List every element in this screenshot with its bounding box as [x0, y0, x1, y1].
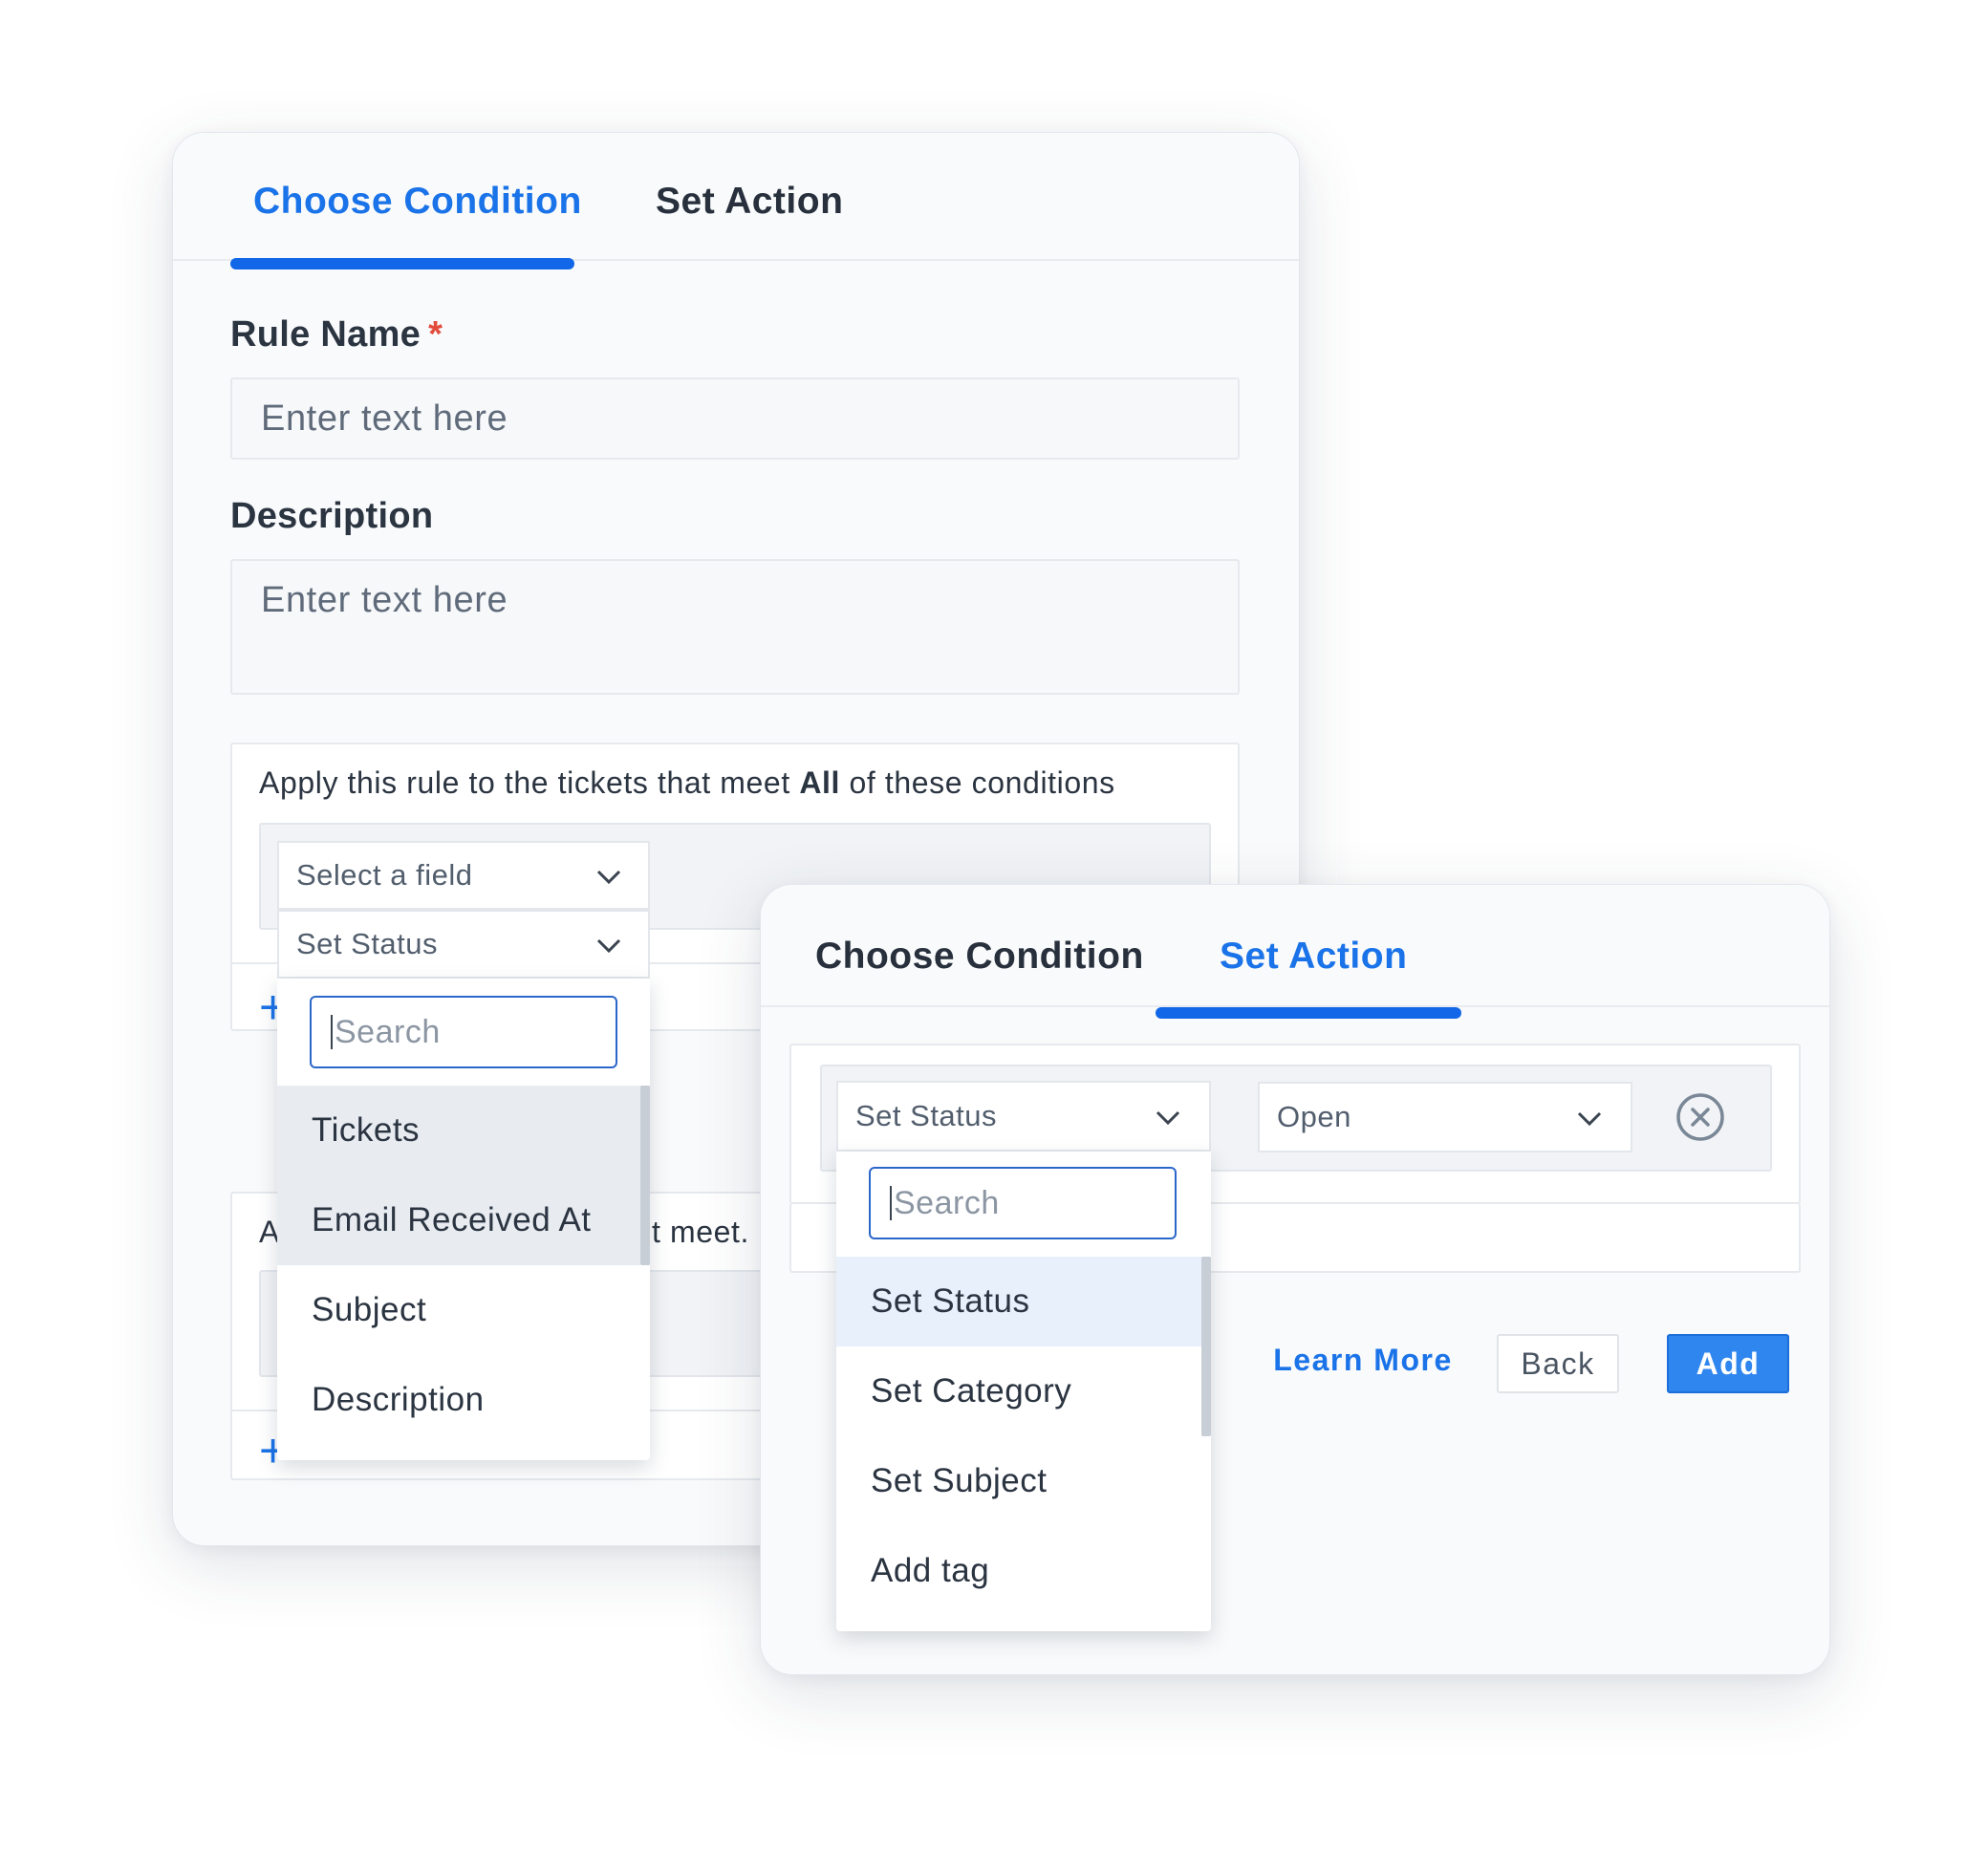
action-select-value: Set Status — [855, 1099, 998, 1132]
tab-set-action[interactable]: Set Action — [1220, 936, 1407, 978]
dropdown-search-placeholder: Search — [335, 1013, 441, 1050]
tab-choose-condition[interactable]: Choose Condition — [253, 181, 582, 223]
dropdown-search-placeholder: Search — [894, 1184, 1000, 1221]
field-select[interactable]: Select a field — [277, 841, 650, 910]
description-input[interactable] — [230, 559, 1240, 695]
conditions-text-before: Apply this rule to the tickets that meet — [259, 765, 800, 800]
rule-name-label-text: Rule Name — [230, 314, 421, 355]
required-marker: * — [428, 314, 443, 355]
dropdown-option-label: Set Category — [871, 1372, 1072, 1410]
chevron-down-icon — [1156, 1110, 1180, 1126]
field-select-value: Select a field — [296, 858, 473, 892]
field-dropdown-menu: Search Tickets Email Received At Subject… — [277, 979, 650, 1460]
dropdown-option-tickets[interactable]: Tickets — [277, 1086, 650, 1175]
dropdown-search-input[interactable]: Search — [869, 1167, 1177, 1239]
dropdown-scrollbar[interactable] — [1201, 1257, 1211, 1436]
dropdown-option-subject[interactable]: Subject — [277, 1265, 650, 1355]
action-select[interactable]: Set Status — [836, 1081, 1211, 1152]
status-select-value: Set Status — [296, 927, 439, 960]
dropdown-option-set-category[interactable]: Set Category — [836, 1346, 1211, 1436]
value-select[interactable]: Open — [1258, 1082, 1632, 1152]
rule-name-label: Rule Name * — [230, 314, 443, 355]
active-tab-indicator — [230, 258, 574, 269]
tab-bar: Choose Condition Set Action — [761, 885, 1829, 1019]
dropdown-option-label: Tickets — [312, 1111, 421, 1149]
chevron-down-icon — [1577, 1111, 1602, 1127]
dropdown-option-email-received-at[interactable]: Email Received At — [277, 1175, 650, 1265]
description-label: Description — [230, 496, 434, 536]
text-cursor — [890, 1186, 892, 1220]
active-tab-indicator — [1156, 1007, 1461, 1019]
action-dropdown-menu: Search Set Status Set Category Set Subje… — [836, 1152, 1211, 1631]
dropdown-option-label: Email Received At — [312, 1201, 592, 1238]
learn-more-link[interactable]: Learn More — [1258, 1332, 1468, 1388]
add-button[interactable]: Add — [1667, 1334, 1789, 1393]
second-conditions-text-suffix: t meet. — [652, 1215, 750, 1249]
tab-choose-condition[interactable]: Choose Condition — [815, 936, 1144, 978]
dropdown-option-label: Add tag — [871, 1552, 990, 1589]
dropdown-option-set-subject[interactable]: Set Subject — [836, 1436, 1211, 1526]
dropdown-search-input[interactable]: Search — [310, 996, 617, 1068]
chevron-down-icon — [596, 938, 621, 954]
chevron-down-icon — [596, 870, 621, 885]
conditions-text-after: of these conditions — [840, 765, 1115, 800]
conditions-instruction: Apply this rule to the tickets that meet… — [259, 765, 1115, 801]
back-button[interactable]: Back — [1497, 1334, 1619, 1393]
dropdown-option-label: Description — [312, 1381, 485, 1418]
dropdown-option-label: Subject — [312, 1291, 427, 1328]
text-cursor — [331, 1015, 333, 1049]
conditions-text-bold: All — [799, 765, 841, 800]
dropdown-option-description[interactable]: Description — [277, 1355, 650, 1445]
dropdown-scrollbar[interactable] — [640, 1086, 650, 1265]
status-select[interactable]: Set Status — [277, 910, 650, 979]
dropdown-option-set-status[interactable]: Set Status — [836, 1257, 1211, 1346]
tab-bar: Choose Condition Set Action — [173, 133, 1299, 269]
dropdown-option-label: Set Subject — [871, 1462, 1048, 1499]
tab-set-action[interactable]: Set Action — [656, 181, 843, 223]
close-circle-icon[interactable] — [1675, 1091, 1726, 1143]
rule-name-input[interactable] — [230, 377, 1240, 460]
value-select-value: Open — [1277, 1100, 1351, 1133]
dropdown-option-label: Set Status — [871, 1282, 1030, 1320]
dropdown-option-add-tag[interactable]: Add tag — [836, 1526, 1211, 1616]
